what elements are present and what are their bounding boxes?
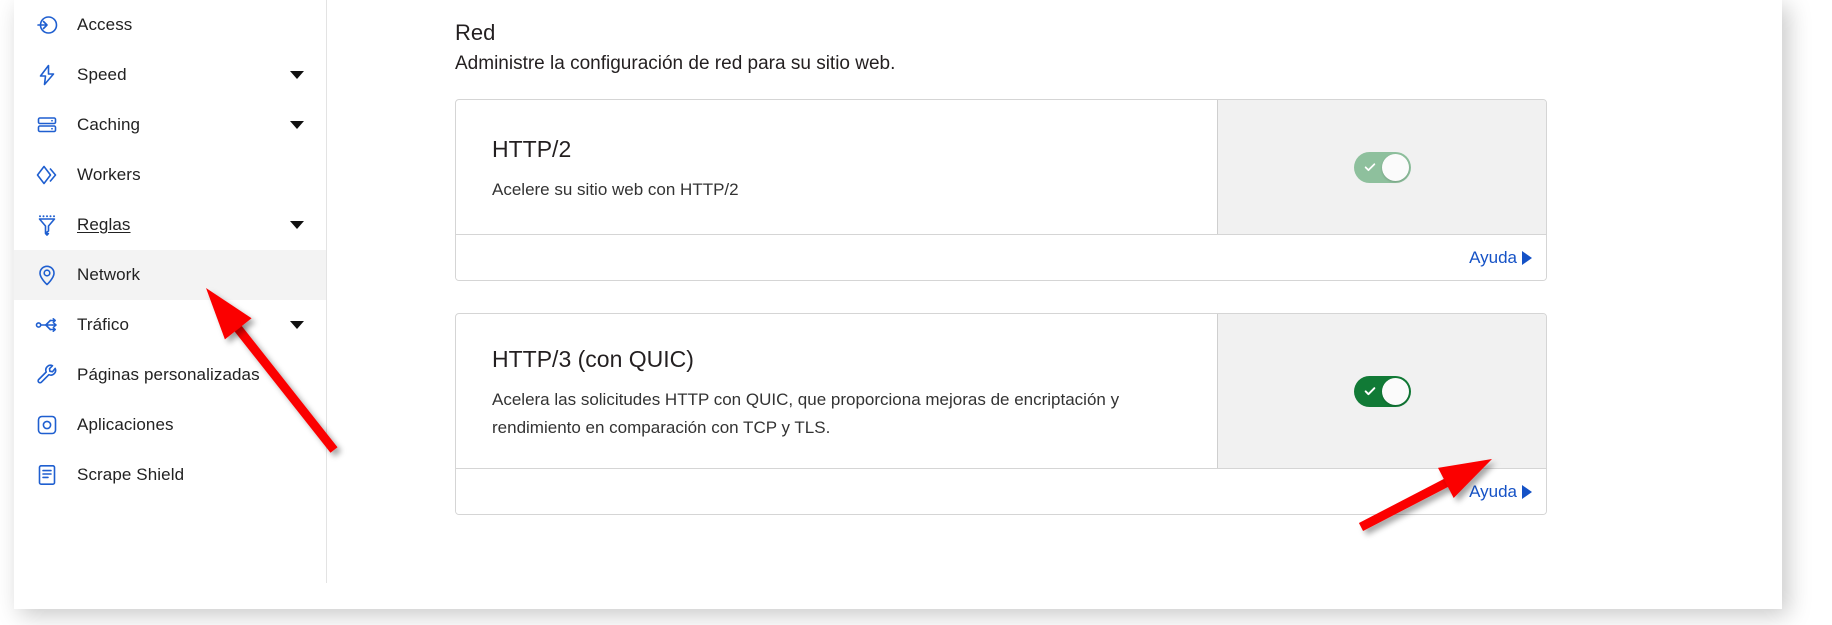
card-body: HTTP/3 (con QUIC) Acelera las solicitude…	[456, 314, 1546, 468]
app-window: Access Speed Caching Workers Reglas Netw…	[14, 0, 1782, 609]
access-icon	[34, 12, 60, 38]
map-pin-icon	[34, 262, 60, 288]
caret-right-icon	[1522, 484, 1532, 499]
toggle-knob	[1381, 377, 1409, 405]
main-content: Red Administre la configuración de red p…	[327, 0, 1782, 609]
sidebar-item-label: Caching	[77, 115, 141, 134]
http2-card: HTTP/2 Acelere su sitio web con HTTP/2 A…	[455, 99, 1547, 281]
sidebar-item-paginas-personalizadas[interactable]: Páginas personalizadas	[14, 350, 326, 400]
card-title: HTTP/2	[492, 136, 572, 162]
sidebar-item-workers[interactable]: Workers	[14, 150, 326, 200]
sidebar-item-label: Workers	[77, 165, 141, 184]
card-control-area	[1217, 314, 1546, 468]
sidebar-item-label: Access	[77, 15, 133, 34]
card-description: Acelere su sitio web con HTTP/2	[492, 180, 739, 199]
sidebar-item-label: Tráfico	[77, 315, 130, 334]
rules-funnel-icon	[34, 212, 60, 238]
card-body: HTTP/2 Acelere su sitio web con HTTP/2	[456, 100, 1546, 234]
page-title: Red	[455, 20, 496, 45]
sidebar-item-label: Aplicaciones	[77, 415, 174, 434]
help-link-label: Ayuda	[1469, 247, 1517, 267]
sidebar-item-speed[interactable]: Speed	[14, 50, 326, 100]
caret-right-icon	[1522, 250, 1532, 265]
http3-card: HTTP/3 (con QUIC) Acelera las solicitude…	[455, 313, 1547, 515]
chevron-down-icon[interactable]	[290, 71, 304, 79]
card-footer: Ayuda	[456, 234, 1546, 280]
caching-icon	[34, 112, 60, 138]
sidebar-item-reglas[interactable]: Reglas	[14, 200, 326, 250]
sidebar-item-label: Scrape Shield	[77, 465, 185, 484]
help-link[interactable]: Ayuda	[1469, 482, 1532, 502]
card-description: Acelera las solicitudes HTTP con QUIC, q…	[492, 390, 1120, 437]
chevron-down-icon[interactable]	[290, 321, 304, 329]
sidebar-item-network[interactable]: Network	[14, 250, 326, 300]
sidebar-navigation: Access Speed Caching Workers Reglas Netw…	[14, 0, 327, 583]
traffic-icon	[34, 312, 60, 338]
card-text-area: HTTP/3 (con QUIC) Acelera las solicitude…	[456, 314, 1217, 468]
scrape-shield-icon	[34, 462, 60, 488]
sidebar-item-label: Speed	[77, 65, 127, 84]
chevron-down-icon[interactable]	[290, 121, 304, 129]
card-footer: Ayuda	[456, 468, 1546, 514]
sidebar-item-label: Network	[77, 265, 141, 284]
help-link-label: Ayuda	[1469, 481, 1517, 501]
card-control-area	[1217, 100, 1546, 234]
card-title: HTTP/3 (con QUIC)	[492, 346, 694, 372]
http2-toggle[interactable]	[1353, 151, 1411, 183]
sidebar-item-aplicaciones[interactable]: Aplicaciones	[14, 400, 326, 450]
toggle-knob	[1381, 153, 1409, 181]
sidebar-item-label: Reglas	[77, 215, 131, 234]
card-text-area: HTTP/2 Acelere su sitio web con HTTP/2	[456, 100, 1217, 234]
http3-toggle[interactable]	[1353, 375, 1411, 407]
chevron-down-icon[interactable]	[290, 221, 304, 229]
sidebar-item-caching[interactable]: Caching	[14, 100, 326, 150]
help-link[interactable]: Ayuda	[1469, 248, 1532, 268]
page-subtitle: Administre la configuración de red para …	[455, 53, 896, 74]
sidebar-item-label: Páginas personalizadas	[77, 365, 260, 384]
speed-icon	[34, 62, 60, 88]
apps-icon	[34, 412, 60, 438]
workers-icon	[34, 162, 60, 188]
check-icon	[1364, 387, 1375, 396]
sidebar-item-scrape-shield[interactable]: Scrape Shield	[14, 450, 326, 500]
wrench-icon	[34, 362, 60, 388]
sidebar-item-trafico[interactable]: Tráfico	[14, 300, 326, 350]
check-icon	[1364, 163, 1375, 172]
sidebar-item-access[interactable]: Access	[14, 0, 326, 50]
